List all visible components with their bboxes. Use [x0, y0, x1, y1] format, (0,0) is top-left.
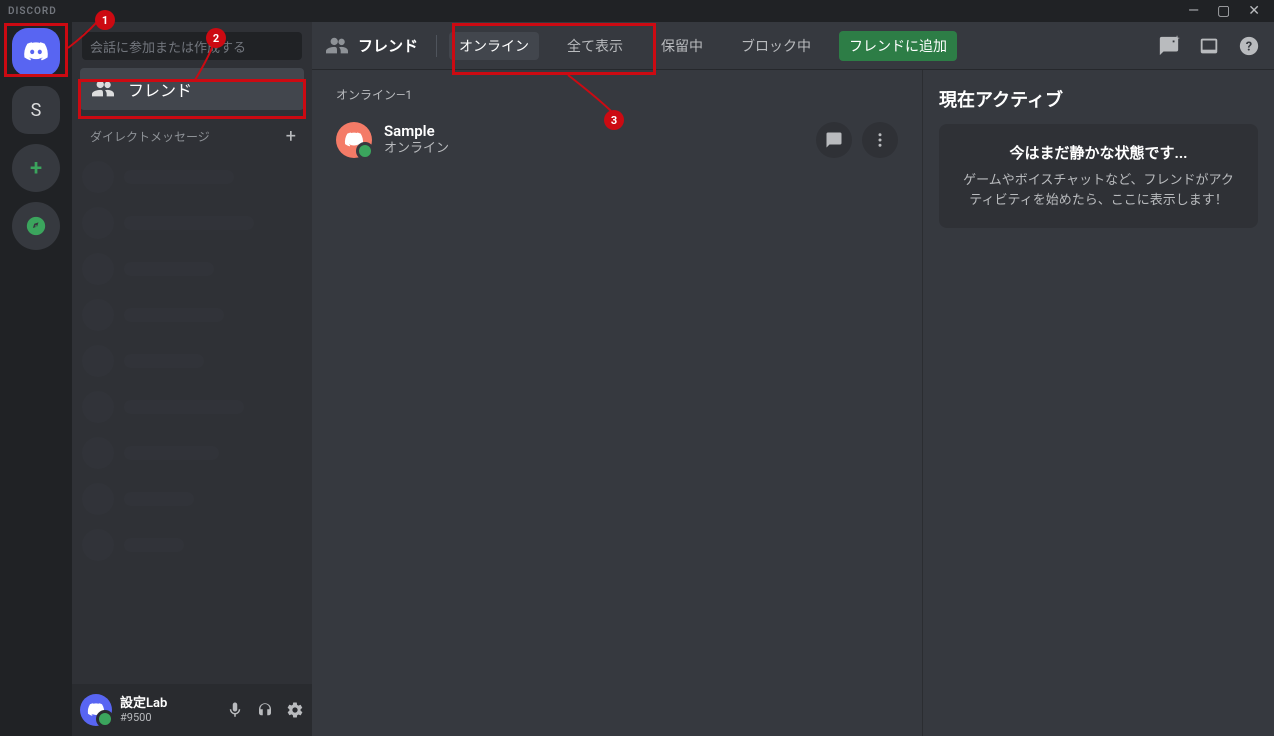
friend-row[interactable]: Sample オンライン — [326, 111, 908, 167]
dm-skeleton-item — [82, 295, 302, 335]
close-button[interactable]: ✕ — [1248, 4, 1260, 18]
now-playing-empty-heading: 今はまだ静かな状態です... — [957, 142, 1240, 163]
dm-skeleton-item — [82, 433, 302, 473]
server-rail: S + — [0, 22, 72, 736]
titlebar-label: DISCORD — [8, 6, 57, 17]
inbox-icon[interactable] — [1198, 35, 1220, 57]
content: オンライン—1 Sample オンライン — [312, 70, 1274, 736]
deafen-icon[interactable] — [256, 701, 274, 719]
dm-skeleton-item — [82, 387, 302, 427]
user-name: 設定Lab — [120, 696, 167, 712]
friend-meta: Sample オンライン — [384, 122, 449, 157]
mute-mic-icon[interactable] — [226, 701, 244, 719]
friends-icon — [326, 35, 348, 57]
dm-header-label: ダイレクトメッセージ — [90, 128, 210, 145]
tab-all[interactable]: 全て表示 — [557, 32, 633, 60]
dm-skeleton-item — [82, 157, 302, 197]
friend-name: Sample — [384, 122, 449, 141]
plus-icon: + — [30, 156, 42, 181]
tab-add-friend[interactable]: フレンドに追加 — [839, 31, 957, 61]
friend-more-button[interactable] — [862, 122, 898, 158]
divider — [436, 35, 437, 57]
friends-icon — [92, 78, 114, 100]
user-panel: 設定Lab #9500 — [72, 684, 312, 736]
tab-online[interactable]: オンライン — [449, 32, 539, 60]
server-initial: S — [31, 100, 42, 121]
dm-skeleton-item — [82, 203, 302, 243]
friends-panel: オンライン—1 Sample オンライン — [312, 70, 922, 736]
topbar: フレンド オンライン 全て表示 保留中 ブロック中 フレンドに追加 + ? — [312, 22, 1274, 70]
window-controls: — ▢ ✕ — [1188, 4, 1274, 18]
help-icon[interactable]: ? — [1238, 35, 1260, 57]
user-avatar[interactable] — [80, 694, 112, 726]
online-count-label: オンライン—1 — [336, 86, 908, 103]
message-friend-button[interactable] — [816, 122, 852, 158]
page-title: フレンド — [326, 35, 418, 57]
conversation-search-placeholder: 会話に参加または作成する — [90, 37, 246, 56]
home-button[interactable] — [12, 28, 60, 76]
discord-logo-icon — [23, 39, 49, 65]
tab-pending[interactable]: 保留中 — [651, 32, 713, 60]
now-playing-empty-body: ゲームやボイスチャットなど、フレンドがアクティビティを始めたら、ここに表示します… — [957, 171, 1240, 210]
page-title-text: フレンド — [358, 35, 418, 56]
discord-logo-icon — [344, 130, 364, 150]
chat-bubble-icon — [825, 131, 843, 149]
user-names: 設定Lab #9500 — [120, 696, 167, 725]
topbar-actions: + ? — [1158, 35, 1260, 57]
friend-status: オンライン — [384, 141, 449, 157]
dm-skeleton-item — [82, 525, 302, 565]
settings-gear-icon[interactable] — [286, 701, 304, 719]
discord-logo-icon — [87, 701, 105, 719]
friends-nav[interactable]: フレンド — [80, 68, 304, 110]
conversation-search[interactable]: 会話に参加または作成する — [82, 32, 302, 60]
friend-avatar — [336, 122, 372, 158]
now-playing-panel: 現在アクティブ 今はまだ静かな状態です... ゲームやボイスチャットなど、フレン… — [922, 70, 1274, 736]
friend-actions — [816, 122, 898, 158]
now-playing-empty-card: 今はまだ静かな状態です... ゲームやボイスチャットなど、フレンドがアクティビテ… — [939, 124, 1258, 228]
dm-header: ダイレクトメッセージ + — [72, 112, 312, 153]
titlebar: DISCORD — ▢ ✕ — [0, 0, 1274, 22]
add-server-button[interactable]: + — [12, 144, 60, 192]
dm-skeleton-item — [82, 479, 302, 519]
channel-sidebar: 会話に参加または作成する フレンド ダイレクトメッセージ + 設定L — [72, 22, 312, 736]
minimize-button[interactable]: — — [1188, 4, 1199, 18]
user-tag: #9500 — [120, 711, 167, 724]
dm-skeleton-item — [82, 341, 302, 381]
create-dm-button[interactable]: + — [286, 126, 296, 147]
tabbar: オンライン 全て表示 保留中 ブロック中 フレンドに追加 — [449, 31, 957, 61]
explore-servers-button[interactable] — [12, 202, 60, 250]
dm-list-skeleton — [72, 153, 312, 569]
now-playing-title: 現在アクティブ — [939, 86, 1258, 112]
maximize-button[interactable]: ▢ — [1217, 4, 1230, 18]
compass-icon — [25, 215, 47, 237]
main-area: フレンド オンライン 全て表示 保留中 ブロック中 フレンドに追加 + ? オン… — [312, 22, 1274, 736]
user-tools — [226, 701, 304, 719]
more-vertical-icon — [871, 131, 889, 149]
tab-blocked[interactable]: ブロック中 — [731, 32, 821, 60]
svg-text:?: ? — [1246, 39, 1252, 54]
dm-skeleton-item — [82, 249, 302, 289]
friends-nav-label: フレンド — [128, 77, 192, 101]
svg-text:+: + — [1175, 35, 1180, 44]
new-group-dm-icon[interactable]: + — [1158, 35, 1180, 57]
server-button-s[interactable]: S — [12, 86, 60, 134]
